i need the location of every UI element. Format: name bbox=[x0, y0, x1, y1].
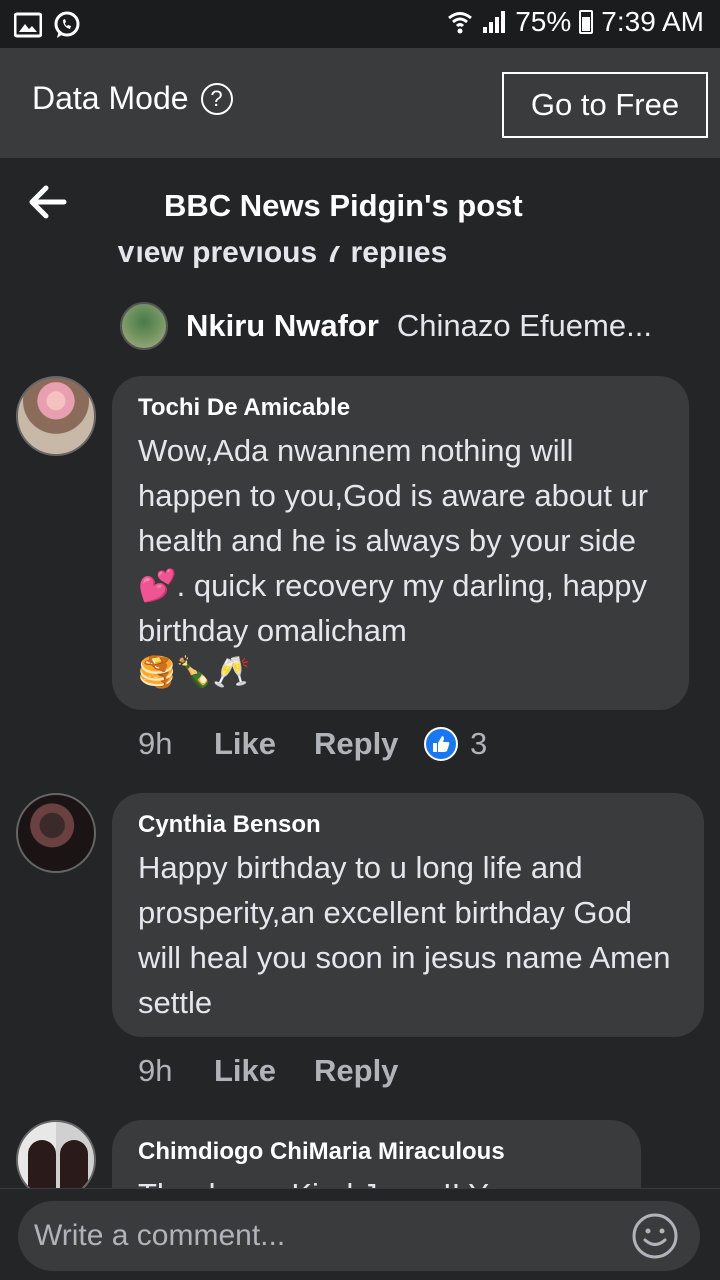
data-mode-label: Data Mode bbox=[32, 80, 189, 116]
battery-percent: 75% bbox=[515, 6, 572, 37]
go-to-free-button[interactable]: Go to Free bbox=[502, 72, 708, 138]
comment-bubble[interactable]: Tochi De Amicable Wow,Ada nwannem nothin… bbox=[112, 376, 689, 710]
image-icon bbox=[14, 12, 42, 38]
comments-list: View previous 7 replies Nkiru Nwafor Chi… bbox=[0, 230, 720, 1188]
avatar[interactable] bbox=[120, 302, 168, 350]
view-previous-replies-link[interactable]: View previous 7 replies bbox=[116, 246, 447, 270]
back-arrow-icon[interactable] bbox=[28, 184, 68, 220]
avatar[interactable] bbox=[16, 1120, 96, 1188]
like-button[interactable]: Like bbox=[214, 1053, 314, 1089]
whatsapp-icon bbox=[54, 11, 80, 38]
reply-author: Nkiru Nwafor bbox=[186, 308, 379, 343]
signal-icon bbox=[483, 11, 506, 33]
comment-emojis: 🥞🍾🥂 bbox=[138, 656, 251, 689]
battery-icon bbox=[579, 10, 594, 34]
comment-text: Happy birthday to u long life and prospe… bbox=[138, 850, 671, 1020]
comment-author[interactable]: Tochi De Amicable bbox=[138, 394, 663, 422]
comment-input[interactable] bbox=[34, 1215, 614, 1257]
comment-actions: 9h Like Reply 3 bbox=[138, 726, 487, 762]
thumbs-up-icon[interactable] bbox=[424, 727, 458, 761]
page-title: BBC News Pidgin's post bbox=[164, 188, 523, 223]
emoji-smile-icon[interactable] bbox=[630, 1211, 680, 1261]
comment-bubble[interactable]: Chimdiogo ChiMaria Miraculous Thank you … bbox=[112, 1120, 641, 1188]
comment-author[interactable]: Cynthia Benson bbox=[138, 811, 678, 839]
comment-author[interactable]: Chimdiogo ChiMaria Miraculous bbox=[138, 1138, 615, 1166]
wifi-icon bbox=[448, 12, 473, 34]
reply-preview[interactable]: Nkiru Nwafor Chinazo Efueme... bbox=[120, 302, 652, 350]
comment-time: 9h bbox=[138, 1053, 173, 1088]
status-bar: 75% 7:39 AM bbox=[0, 0, 720, 48]
avatar[interactable] bbox=[16, 376, 96, 456]
reaction-count[interactable]: 3 bbox=[470, 726, 487, 762]
comment-text: Wow,Ada nwannem nothing will happen to y… bbox=[138, 433, 649, 648]
reply-snippet: Chinazo Efueme... bbox=[396, 308, 652, 343]
reply-button[interactable]: Reply bbox=[314, 726, 424, 762]
clock: 7:39 AM bbox=[601, 6, 704, 37]
help-icon[interactable]: ? bbox=[200, 82, 233, 115]
comment-bubble[interactable]: Cynthia Benson Happy birthday to u long … bbox=[112, 793, 704, 1037]
comment-composer[interactable] bbox=[18, 1201, 700, 1271]
comment-text: Thank you Kind Jesus!! You are bbox=[138, 1172, 615, 1188]
data-mode-toggle[interactable]: Data Mode ? bbox=[32, 80, 233, 117]
comment-time: 9h bbox=[138, 726, 173, 761]
avatar[interactable] bbox=[16, 793, 96, 873]
data-mode-bar: Data Mode ? Go to Free bbox=[0, 48, 720, 158]
comment-composer-bar bbox=[0, 1188, 720, 1280]
comment-actions: 9h Like Reply bbox=[138, 1053, 424, 1089]
like-button[interactable]: Like bbox=[214, 726, 314, 762]
reply-button[interactable]: Reply bbox=[314, 1053, 424, 1089]
